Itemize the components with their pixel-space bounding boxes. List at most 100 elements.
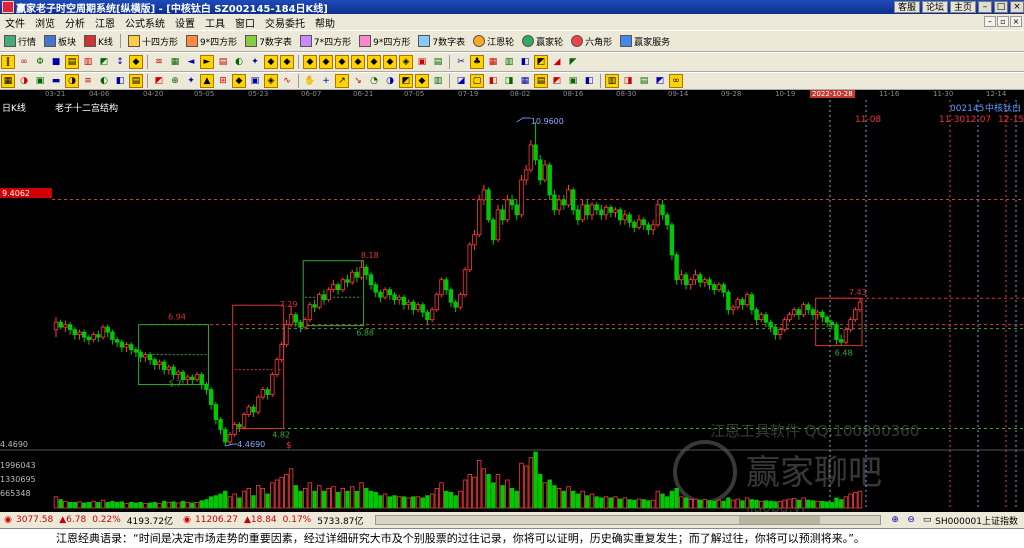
analysis-tool-icon[interactable]: + <box>319 74 333 88</box>
drawing-tool-icon[interactable]: ▤ <box>65 55 79 69</box>
drawing-tool-icon[interactable]: ◆ <box>335 55 349 69</box>
drawing-tool-icon[interactable]: ▥ <box>81 55 95 69</box>
analysis-tool-icon[interactable]: ✋ <box>303 74 317 88</box>
menu-browse[interactable]: 浏览 <box>30 15 60 30</box>
zoom-out-icon[interactable]: ⊖ <box>904 513 918 527</box>
menu-settings[interactable]: 设置 <box>170 15 200 30</box>
number-table7-button[interactable]: 7数字表 <box>241 32 296 50</box>
analysis-tool-icon[interactable]: ∞ <box>669 74 683 88</box>
analysis-tool-icon[interactable]: ◈ <box>264 74 278 88</box>
drawing-tool-icon[interactable]: ◩ <box>97 55 111 69</box>
analysis-tool-icon[interactable]: ≡ <box>81 74 95 88</box>
menu-trade[interactable]: 交易委托 <box>260 15 310 30</box>
menu-formula[interactable]: 公式系统 <box>120 15 170 30</box>
drawing-tool-icon[interactable]: ▤ <box>431 55 445 69</box>
close-button[interactable]: × <box>1010 1 1024 13</box>
drawing-tool-icon[interactable]: ◆ <box>280 55 294 69</box>
mdi-restore-button[interactable]: ▫ <box>997 16 1009 27</box>
hexagon-button[interactable]: 六角形 <box>567 32 616 50</box>
analysis-tool-icon[interactable]: ◧ <box>113 74 127 88</box>
drawing-tool-icon[interactable]: ≋ <box>152 55 166 69</box>
drawing-tool-icon[interactable]: ◆ <box>367 55 381 69</box>
drawing-tool-icon[interactable]: ✦ <box>248 55 262 69</box>
analysis-tool-icon[interactable]: ▢ <box>470 74 484 88</box>
drawing-tool-icon[interactable]: ► <box>200 55 214 69</box>
analysis-tool-icon[interactable]: ◐ <box>97 74 111 88</box>
scrollbar-thumb[interactable] <box>739 516 820 524</box>
maximize-button[interactable]: □ <box>994 1 1008 13</box>
menu-analysis[interactable]: 分析 <box>60 15 90 30</box>
drawing-tool-icon[interactable]: ◄ <box>184 55 198 69</box>
drawing-tool-icon[interactable]: ◆ <box>319 55 333 69</box>
menu-gann[interactable]: 江恩 <box>90 15 120 30</box>
drawing-tool-icon[interactable]: ◈ <box>399 55 413 69</box>
analysis-tool-icon[interactable]: ∿ <box>280 74 294 88</box>
drawing-tool-icon[interactable]: ▦ <box>486 55 500 69</box>
analysis-tool-icon[interactable]: ▬ <box>49 74 63 88</box>
drawing-tool-icon[interactable]: ◐ <box>232 55 246 69</box>
mdi-close-button[interactable]: × <box>1010 16 1022 27</box>
analysis-tool-icon[interactable]: ◨ <box>621 74 635 88</box>
analysis-tool-icon[interactable]: ◩ <box>152 74 166 88</box>
drawing-tool-icon[interactable]: ◢ <box>550 55 564 69</box>
service-link[interactable]: 客服 <box>893 1 920 13</box>
winner-wheel-button[interactable]: 赢家轮 <box>518 32 567 50</box>
menu-tools[interactable]: 工具 <box>200 15 230 30</box>
analysis-tool-icon[interactable]: ▤ <box>129 74 143 88</box>
analysis-tool-icon[interactable]: ◨ <box>502 74 516 88</box>
drawing-tool-icon[interactable]: ◩ <box>534 55 548 69</box>
drawing-tool-icon[interactable]: ▤ <box>216 55 230 69</box>
drawing-tool-icon[interactable]: ♣ <box>470 55 484 69</box>
analysis-tool-icon[interactable]: ◑ <box>65 74 79 88</box>
square9b-button[interactable]: 9*四方形 <box>355 32 414 50</box>
winner-service-button[interactable]: 赢家服务 <box>616 32 674 50</box>
analysis-tool-icon[interactable]: ✦ <box>184 74 198 88</box>
analysis-tool-icon[interactable]: ▤ <box>534 74 548 88</box>
analysis-tool-icon[interactable]: ◔ <box>367 74 381 88</box>
gann-wheel-button[interactable]: 江恩轮 <box>469 32 518 50</box>
drawing-tool-icon[interactable]: ▣ <box>415 55 429 69</box>
analysis-tool-icon[interactable]: ◆ <box>415 74 429 88</box>
drawing-tool-icon[interactable]: ✂ <box>454 55 468 69</box>
analysis-tool-icon[interactable]: ◧ <box>582 74 596 88</box>
analysis-tool-icon[interactable]: ▣ <box>33 74 47 88</box>
mdi-minimize-button[interactable]: – <box>984 16 996 27</box>
forum-link[interactable]: 论坛 <box>921 1 948 13</box>
drawing-tool-icon[interactable]: ◆ <box>383 55 397 69</box>
analysis-tool-icon[interactable]: ▣ <box>248 74 262 88</box>
square9-button[interactable]: 9*四方形 <box>182 32 241 50</box>
drawing-tool-icon[interactable]: ■ <box>49 55 63 69</box>
analysis-tool-icon[interactable]: ▥ <box>605 74 619 88</box>
analysis-tool-icon[interactable]: ◧ <box>486 74 500 88</box>
analysis-tool-icon[interactable]: ◑ <box>17 74 31 88</box>
number-table7b-button[interactable]: 7数字表 <box>414 32 469 50</box>
chart-scrollbar[interactable] <box>375 515 882 525</box>
analysis-tool-icon[interactable]: ▤ <box>637 74 651 88</box>
analysis-tool-icon[interactable]: ↘ <box>351 74 365 88</box>
menu-help[interactable]: 帮助 <box>310 15 340 30</box>
sector-button[interactable]: 板块 <box>40 32 80 50</box>
kline-button[interactable]: K线 <box>80 32 117 50</box>
menu-window[interactable]: 窗口 <box>230 15 260 30</box>
drawing-tool-icon[interactable]: ◤ <box>566 55 580 69</box>
zoom-in-icon[interactable]: ⊕ <box>888 513 902 527</box>
drawing-tool-icon[interactable]: Φ <box>33 55 47 69</box>
analysis-tool-icon[interactable]: ▦ <box>1 74 15 88</box>
drawing-tool-icon[interactable]: ◆ <box>351 55 365 69</box>
square7-button[interactable]: 7*四方形 <box>296 32 355 50</box>
kline-chart[interactable]: 江恩工具软件 QQ:100800360 赢家聊吧 jiaoba.yj 日K线 老… <box>0 100 1024 512</box>
drawing-tool-icon[interactable]: ◧ <box>518 55 532 69</box>
analysis-tool-icon[interactable]: ◪ <box>454 74 468 88</box>
analysis-tool-icon[interactable]: ▲ <box>200 74 214 88</box>
square14-button[interactable]: 十四方形 <box>124 32 182 50</box>
analysis-tool-icon[interactable]: ◩ <box>653 74 667 88</box>
analysis-tool-icon[interactable]: ▥ <box>431 74 445 88</box>
analysis-tool-icon[interactable]: ⊞ <box>216 74 230 88</box>
analysis-tool-icon[interactable]: ◑ <box>383 74 397 88</box>
drawing-tool-icon[interactable]: ▥ <box>502 55 516 69</box>
quotes-button[interactable]: 行情 <box>0 32 40 50</box>
analysis-tool-icon[interactable]: ◆ <box>232 74 246 88</box>
monitor-icon[interactable]: ▭ <box>920 513 934 527</box>
analysis-tool-icon[interactable]: ◩ <box>550 74 564 88</box>
drawing-tool-icon[interactable]: ‖ <box>1 55 15 69</box>
